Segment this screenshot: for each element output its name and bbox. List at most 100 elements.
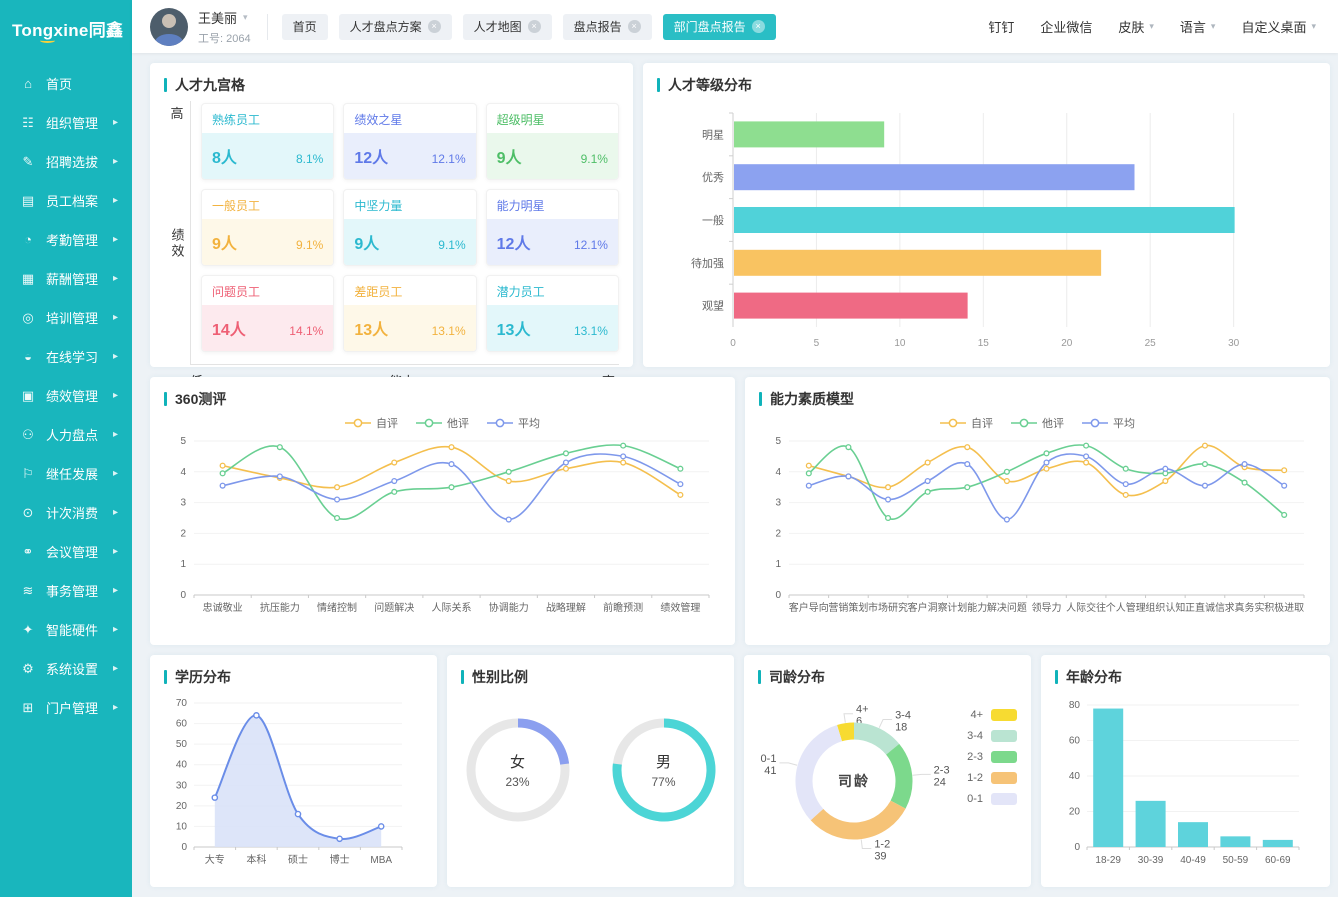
sidebar-item-consumption[interactable]: ⊙计次消费▸ bbox=[0, 493, 132, 532]
topbar-link-5[interactable]: 自定义桌面▾ bbox=[1241, 17, 1316, 36]
nine-grid-cell-8[interactable]: 差距员工13人13.1% bbox=[343, 275, 476, 352]
topbar-link-3[interactable]: 皮肤▾ bbox=[1118, 17, 1154, 36]
sidebar-item-home[interactable]: ⌂首页 bbox=[0, 64, 132, 103]
svg-text:1: 1 bbox=[775, 559, 781, 570]
nine-grid-cell-6[interactable]: 能力明星12人12.1% bbox=[486, 189, 619, 266]
legend-item-平均[interactable]: 平均 bbox=[487, 415, 540, 431]
tab-4[interactable]: 盘点报告× bbox=[563, 14, 652, 40]
gender-percent: 23% bbox=[505, 775, 529, 789]
sidebar-item-performance[interactable]: ▣绩效管理▸ bbox=[0, 376, 132, 415]
sidebar-item-employee-files[interactable]: ▤员工档案▸ bbox=[0, 181, 132, 220]
panel-title-row: 性别比例 bbox=[461, 667, 720, 687]
svg-text:求真务实: 求真务实 bbox=[1225, 601, 1265, 614]
nine-grid-cell-9[interactable]: 潜力员工13人13.1% bbox=[486, 275, 619, 352]
sidebar-item-online-learning[interactable]: ◒在线学习▸ bbox=[0, 337, 132, 376]
tab-2[interactable]: 人才盘点方案× bbox=[339, 14, 452, 40]
svg-text:情绪控制: 情绪控制 bbox=[317, 601, 357, 614]
legend-item-自评[interactable]: 自评 bbox=[345, 415, 398, 431]
legend-item-自评[interactable]: 自评 bbox=[940, 415, 993, 431]
user-info[interactable]: 王美丽 ▾ 工号: 2064 bbox=[150, 8, 251, 46]
chart-legend: 自评 他评 平均 bbox=[759, 415, 1316, 431]
tab-close-icon[interactable]: × bbox=[428, 20, 441, 33]
tenure-legend-3-4[interactable]: 3-4 bbox=[967, 730, 1017, 742]
legend-item-平均[interactable]: 平均 bbox=[1082, 415, 1135, 431]
cell-percent: 9.1% bbox=[296, 238, 323, 252]
tab-label: 首页 bbox=[293, 18, 317, 35]
topbar-link-2[interactable]: 企业微信 bbox=[1040, 17, 1092, 36]
nine-grid-cell-4[interactable]: 一般员工9人9.1% bbox=[201, 189, 334, 266]
svg-text:18-29: 18-29 bbox=[1095, 855, 1121, 866]
sidebar-item-talent-review[interactable]: ⚇人力盘点▸ bbox=[0, 415, 132, 454]
tab-5[interactable]: 部门盘点报告× bbox=[663, 14, 776, 40]
legend-item-他评[interactable]: 他评 bbox=[1011, 415, 1064, 431]
tab-close-icon[interactable]: × bbox=[752, 20, 765, 33]
panel-education: 学历分布 010203040506070大专本科硕士博士MBA bbox=[150, 655, 437, 887]
svg-text:60-69: 60-69 bbox=[1265, 855, 1291, 866]
svg-text:2: 2 bbox=[180, 528, 186, 539]
svg-text:4: 4 bbox=[180, 467, 186, 478]
tab-close-icon[interactable]: × bbox=[528, 20, 541, 33]
sidebar-item-system-settings[interactable]: ⚙系统设置▸ bbox=[0, 649, 132, 688]
app-logo[interactable]: Tongxine同鑫 bbox=[0, 0, 132, 56]
chevron-right-icon: ▸ bbox=[113, 351, 118, 362]
svg-text:忠诚敬业: 忠诚敬业 bbox=[203, 601, 243, 614]
legend-swatch bbox=[991, 709, 1017, 721]
tab-close-icon[interactable]: × bbox=[628, 20, 641, 33]
tenure-legend-4+[interactable]: 4+ bbox=[967, 709, 1017, 721]
nine-grid-cell-5[interactable]: 中坚力量9人9.1% bbox=[343, 189, 476, 266]
gender-label: 女23% bbox=[465, 717, 571, 823]
employee-files-icon: ▤ bbox=[20, 193, 36, 209]
nine-grid-cell-3[interactable]: 超级明星9人9.1% bbox=[486, 103, 619, 180]
sidebar-item-recruitment[interactable]: ✎招聘选拔▸ bbox=[0, 142, 132, 181]
gender-donut-男[interactable]: 男77% bbox=[611, 717, 717, 823]
sidebar-item-smart-hardware[interactable]: ✦智能硬件▸ bbox=[0, 610, 132, 649]
sidebar-item-compensation[interactable]: ▦薪酬管理▸ bbox=[0, 259, 132, 298]
tenure-legend-0-1[interactable]: 0-1 bbox=[967, 793, 1017, 805]
sidebar-item-training[interactable]: ◎培训管理▸ bbox=[0, 298, 132, 337]
sidebar-item-attendance[interactable]: ◔考勤管理▸ bbox=[0, 220, 132, 259]
svg-text:博士: 博士 bbox=[330, 853, 350, 866]
nine-grid-cell-2[interactable]: 绩效之星12人12.1% bbox=[343, 103, 476, 180]
svg-text:0: 0 bbox=[180, 590, 186, 601]
title-accent-bar bbox=[657, 78, 660, 92]
tenure-legend-2-3[interactable]: 2-3 bbox=[967, 751, 1017, 763]
sidebar-item-meetings[interactable]: ⚭会议管理▸ bbox=[0, 532, 132, 571]
nine-grid-y-axis: 高绩效 bbox=[164, 101, 190, 365]
cell-title: 潜力员工 bbox=[487, 276, 618, 305]
panel-title-row: 司龄分布 bbox=[758, 667, 1017, 687]
svg-text:40: 40 bbox=[176, 760, 188, 771]
panel-talent-level: 人才等级分布 051015202530明星优秀一般待加强观望 bbox=[643, 63, 1330, 367]
cell-value-row: 9人9.1% bbox=[202, 219, 333, 265]
sidebar-item-affairs[interactable]: ≋事务管理▸ bbox=[0, 571, 132, 610]
training-icon: ◎ bbox=[20, 310, 36, 326]
tenure-legend-1-2[interactable]: 1-2 bbox=[967, 772, 1017, 784]
svg-text:50-59: 50-59 bbox=[1223, 855, 1249, 866]
tab-1[interactable]: 首页 bbox=[282, 14, 328, 40]
dashboard-row-3: 学历分布 010203040506070大专本科硕士博士MBA 性别比例 女23… bbox=[150, 655, 1330, 887]
title-accent-bar bbox=[759, 392, 762, 406]
avatar[interactable] bbox=[150, 8, 188, 46]
sidebar-item-succession[interactable]: ⚐继任发展▸ bbox=[0, 454, 132, 493]
sidebar-item-portal[interactable]: ⊞门户管理▸ bbox=[0, 688, 132, 727]
cell-percent: 9.1% bbox=[581, 152, 608, 166]
legend-item-他评[interactable]: 他评 bbox=[416, 415, 469, 431]
panel-title-row: 人才等级分布 bbox=[657, 75, 1316, 95]
sidebar-item-organization[interactable]: ☷组织管理▸ bbox=[0, 103, 132, 142]
panel-title: 性别比例 bbox=[472, 667, 528, 687]
nine-grid-cell-1[interactable]: 熟练员工8人8.1% bbox=[201, 103, 334, 180]
cell-value-row: 13人13.1% bbox=[487, 305, 618, 351]
nine-grid-cell-7[interactable]: 问题员工14人14.1% bbox=[201, 275, 334, 352]
topbar-link-4[interactable]: 语言▾ bbox=[1180, 17, 1216, 36]
tab-3[interactable]: 人才地图× bbox=[463, 14, 552, 40]
cell-value-row: 9人9.1% bbox=[487, 133, 618, 179]
attendance-icon: ◔ bbox=[20, 232, 36, 247]
panel-title-row: 360测评 bbox=[164, 389, 721, 409]
svg-text:战略理解: 战略理解 bbox=[546, 601, 586, 614]
chevron-down-icon[interactable]: ▾ bbox=[243, 12, 248, 23]
title-accent-bar bbox=[1055, 670, 1058, 684]
cell-value-row: 8人8.1% bbox=[202, 133, 333, 179]
gender-donut-女[interactable]: 女23% bbox=[465, 717, 571, 823]
dashboard-row-2: 360测评 自评他评平均012345忠诚敬业抗压能力情绪控制问题解决人际关系协调… bbox=[150, 377, 1330, 645]
cell-percent: 13.1% bbox=[432, 324, 466, 338]
topbar-link-1[interactable]: 钉钉 bbox=[988, 17, 1014, 36]
